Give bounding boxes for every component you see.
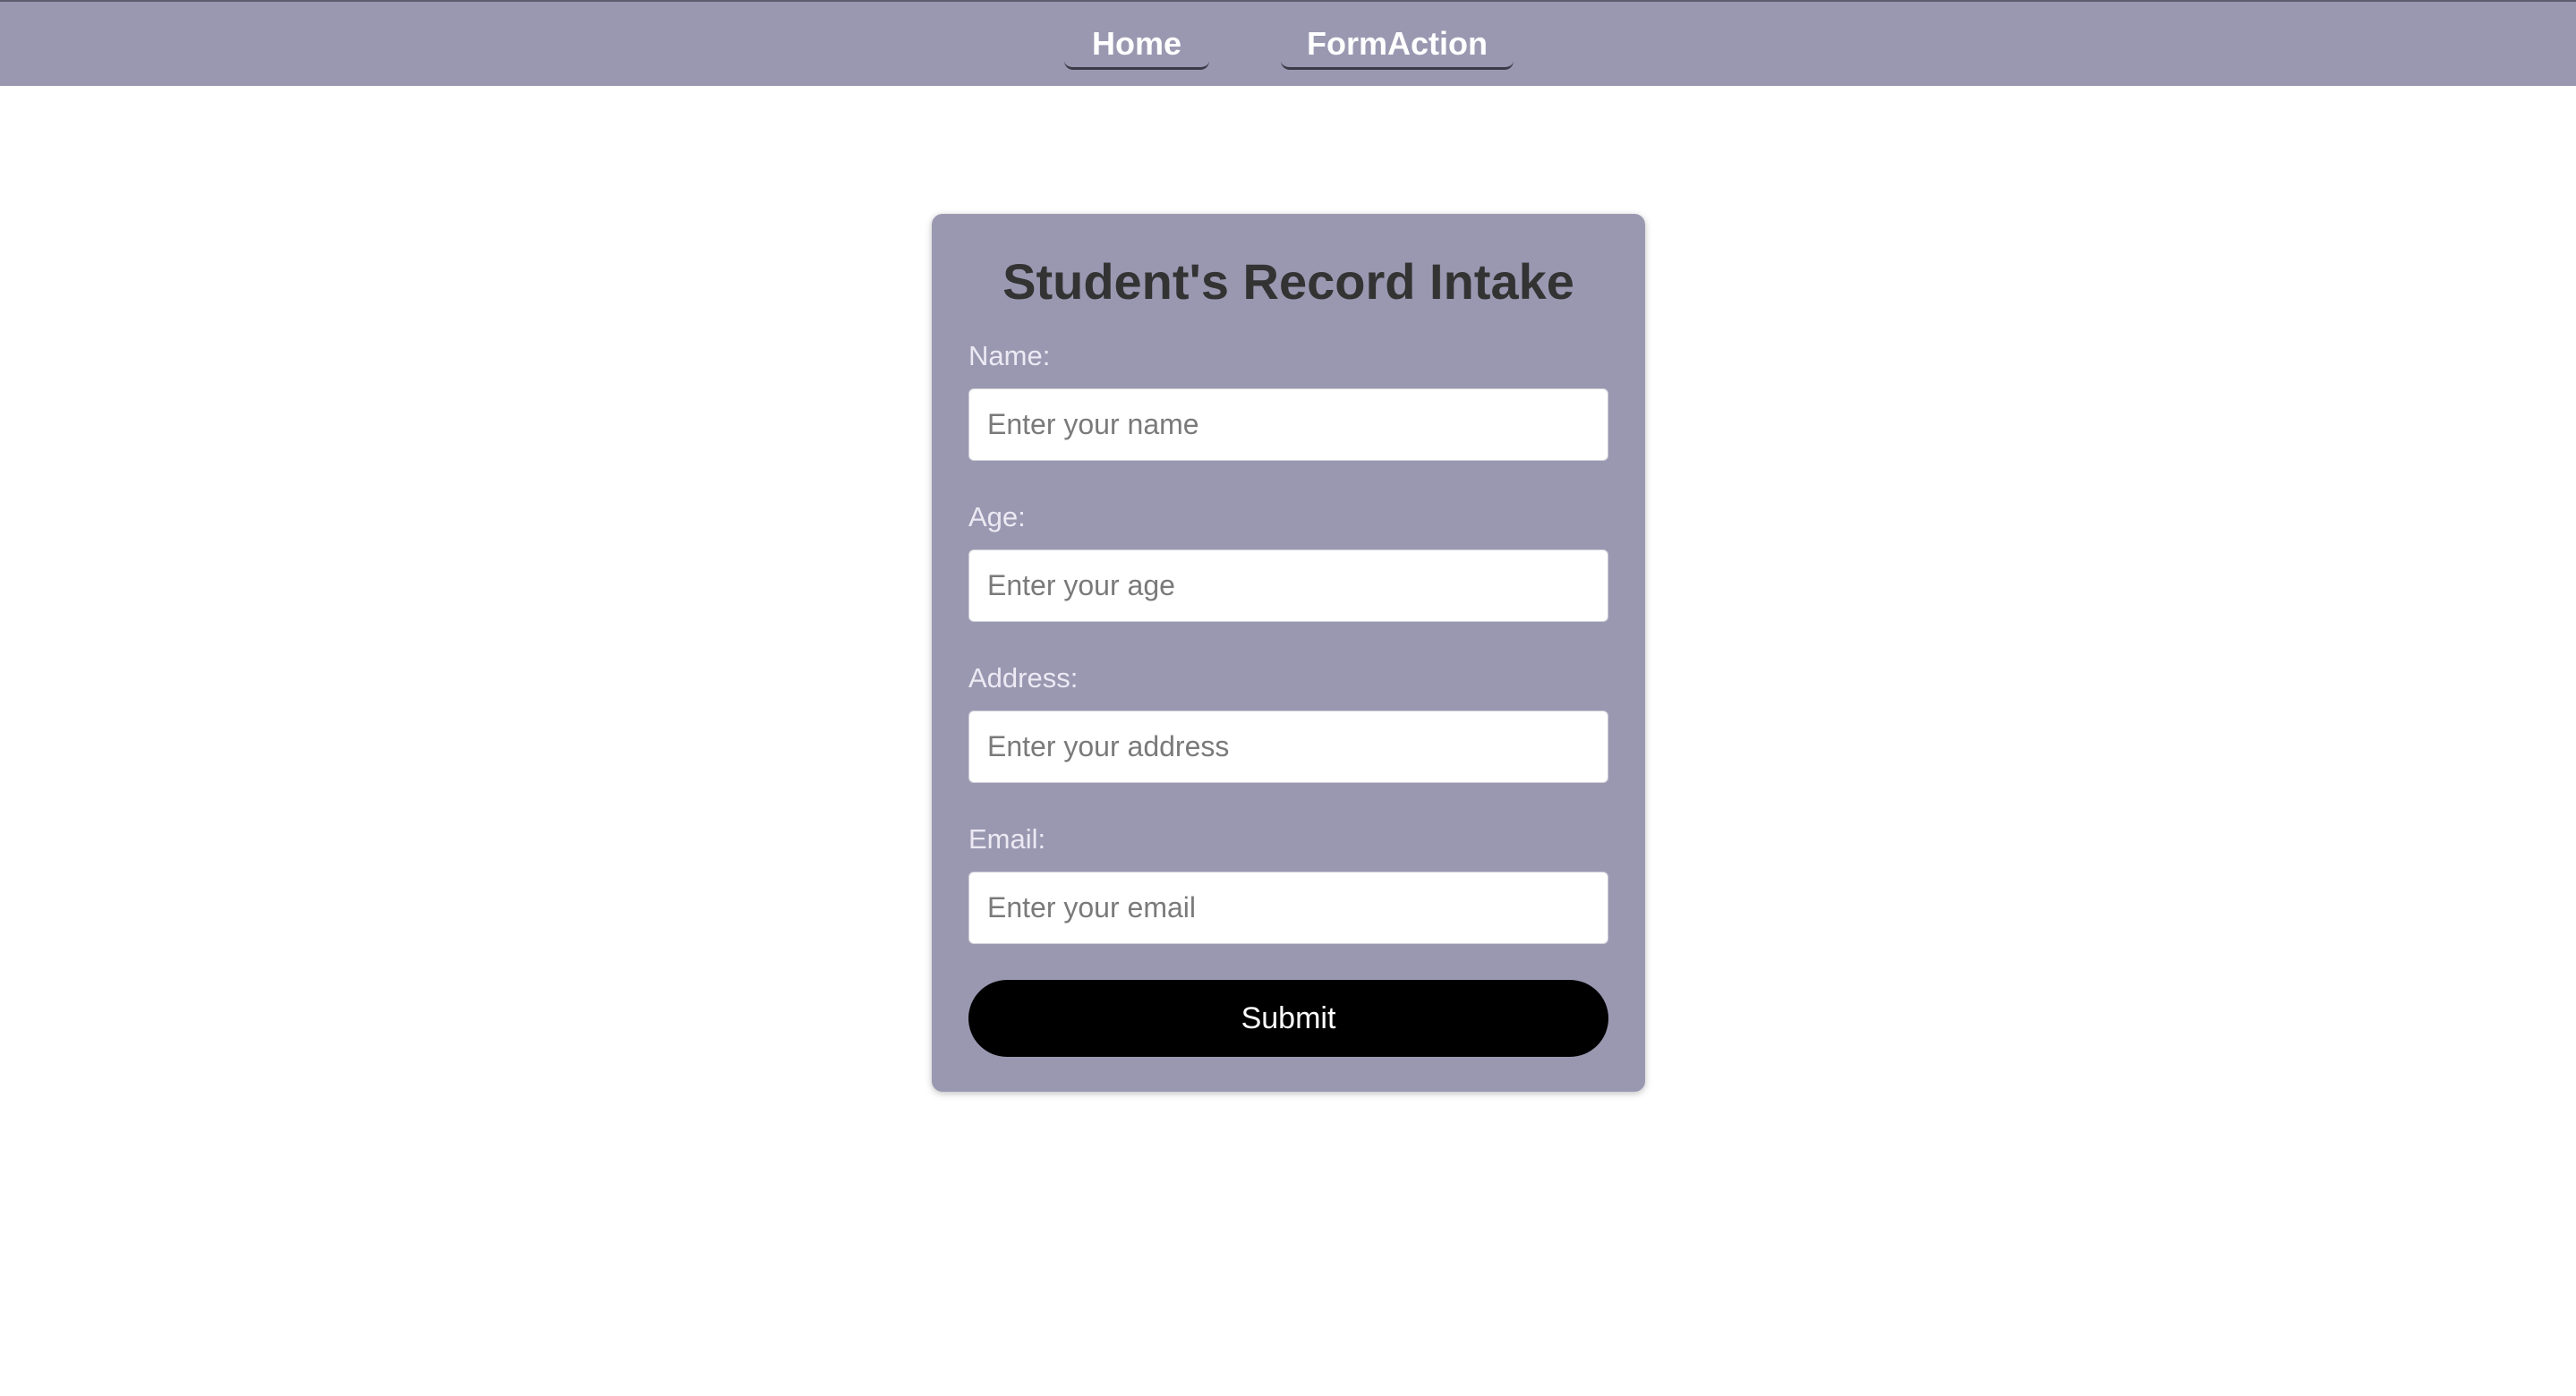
address-label: Address: bbox=[968, 662, 1079, 694]
student-record-form: Student's Record Intake Name: Age: Addre… bbox=[932, 214, 1645, 1092]
name-label: Name: bbox=[968, 340, 1051, 371]
nav-link-formaction[interactable]: FormAction bbox=[1281, 21, 1514, 70]
age-input[interactable] bbox=[968, 549, 1608, 622]
submit-button[interactable]: Submit bbox=[968, 980, 1608, 1057]
age-label: Age: bbox=[968, 501, 1026, 532]
top-navbar: Home FormAction bbox=[0, 0, 2576, 86]
form-title: Student's Record Intake bbox=[1002, 253, 1574, 310]
address-input[interactable] bbox=[968, 711, 1608, 783]
nav-link-home[interactable]: Home bbox=[1064, 21, 1209, 70]
name-input[interactable] bbox=[968, 388, 1608, 461]
email-label: Email: bbox=[968, 823, 1046, 855]
email-input[interactable] bbox=[968, 872, 1608, 944]
